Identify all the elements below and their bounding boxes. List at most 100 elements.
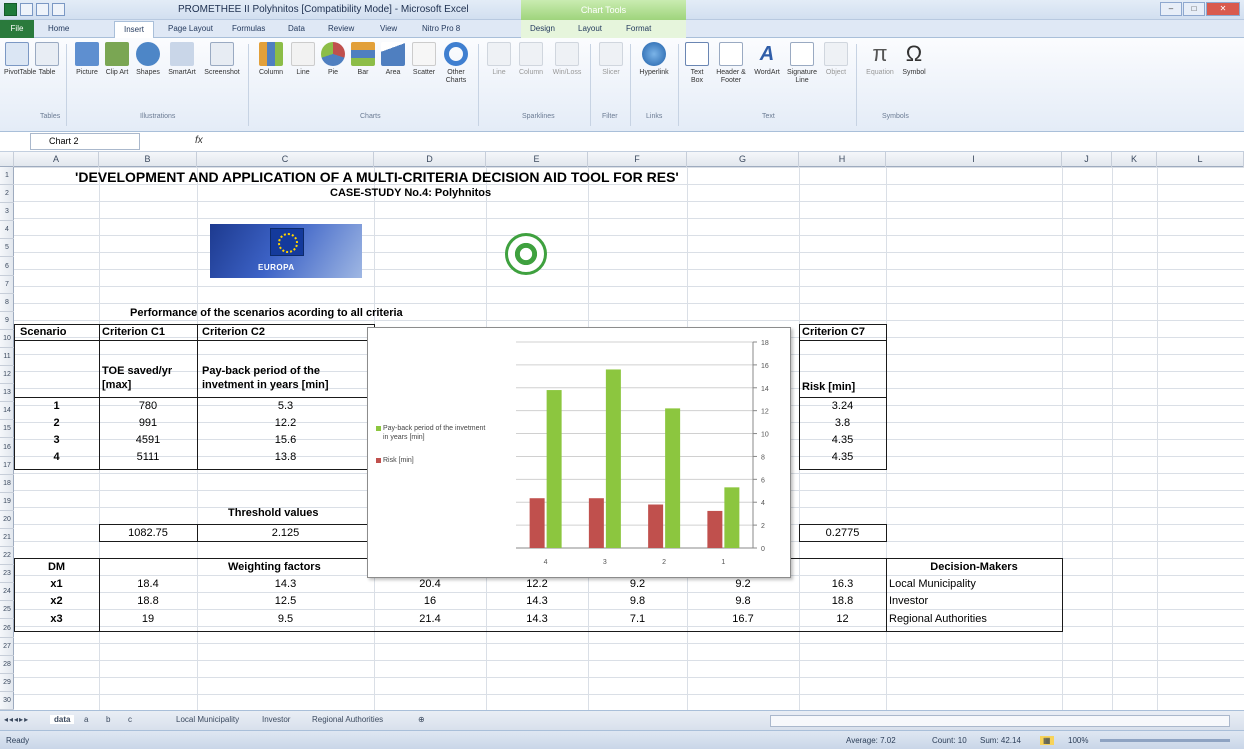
tab-formulas[interactable]: Formulas bbox=[232, 24, 265, 33]
row-header[interactable]: 11 bbox=[0, 348, 14, 366]
clip-art-button[interactable]: Clip Art bbox=[104, 42, 130, 77]
sparkline-winloss-button[interactable]: Win/Loss bbox=[550, 42, 584, 77]
row-header[interactable]: 19 bbox=[0, 493, 14, 511]
column-header[interactable]: D bbox=[374, 152, 486, 167]
sheet-tab-a[interactable]: a bbox=[84, 715, 88, 724]
save-icon[interactable] bbox=[20, 3, 33, 16]
zoom-slider[interactable] bbox=[1100, 739, 1230, 742]
shapes-button[interactable]: Shapes bbox=[134, 42, 162, 77]
tab-nitro[interactable]: Nitro Pro 8 bbox=[422, 24, 460, 33]
sheet-tab-regional-authorities[interactable]: Regional Authorities bbox=[312, 715, 383, 724]
sheet-tab-investor[interactable]: Investor bbox=[262, 715, 290, 724]
row-header[interactable]: 13 bbox=[0, 384, 14, 403]
sheet-nav-arrows-icon[interactable]: ◂◂◂▸▸ bbox=[4, 715, 29, 724]
sheet-tab-data[interactable]: data bbox=[50, 715, 75, 724]
area-chart-button[interactable]: Area bbox=[380, 42, 406, 77]
tab-home[interactable]: Home bbox=[48, 24, 69, 33]
tab-data[interactable]: Data bbox=[288, 24, 305, 33]
screenshot-button[interactable]: Screenshot bbox=[202, 42, 242, 77]
scatter-chart-button[interactable]: Scatter bbox=[410, 42, 438, 77]
other-charts-button[interactable]: Other Charts bbox=[440, 42, 472, 85]
row-header[interactable]: 29 bbox=[0, 674, 14, 692]
signature-line-button[interactable]: Signature Line bbox=[784, 42, 820, 85]
column-header[interactable]: G bbox=[687, 152, 799, 167]
row-header[interactable]: 9 bbox=[0, 312, 14, 330]
minimize-icon[interactable]: – bbox=[1160, 2, 1182, 16]
line-chart-button[interactable]: Line bbox=[290, 42, 316, 77]
row-header[interactable]: 1 bbox=[0, 167, 14, 185]
row-header[interactable]: 21 bbox=[0, 529, 14, 547]
name-box[interactable]: Chart 2 bbox=[30, 133, 140, 150]
column-header[interactable]: B bbox=[99, 152, 197, 167]
close-icon[interactable]: ✕ bbox=[1206, 2, 1240, 16]
sparkline-column-button[interactable]: Column bbox=[516, 42, 546, 77]
sheet-tab-c[interactable]: c bbox=[128, 715, 132, 724]
row-header[interactable]: 2 bbox=[0, 185, 14, 204]
column-header[interactable]: K bbox=[1112, 152, 1157, 167]
row-header[interactable]: 22 bbox=[0, 547, 14, 566]
row-header[interactable]: 16 bbox=[0, 439, 14, 457]
row-header[interactable]: 4 bbox=[0, 221, 14, 240]
view-buttons-icon[interactable]: ▦ bbox=[1040, 736, 1054, 745]
table-button[interactable]: Table bbox=[34, 42, 60, 77]
column-header[interactable]: L bbox=[1157, 152, 1244, 167]
column-header[interactable]: H bbox=[799, 152, 886, 167]
undo-icon[interactable] bbox=[36, 3, 49, 16]
tab-format[interactable]: Format bbox=[626, 24, 651, 33]
row-header[interactable]: 23 bbox=[0, 565, 14, 584]
bar-chart-button[interactable]: Bar bbox=[350, 42, 376, 77]
column-header[interactable]: E bbox=[486, 152, 588, 167]
column-header[interactable]: J bbox=[1062, 152, 1112, 167]
row-header[interactable]: 20 bbox=[0, 511, 14, 529]
column-chart-button[interactable]: Column bbox=[256, 42, 286, 77]
row-header[interactable]: 6 bbox=[0, 258, 14, 276]
tab-design[interactable]: Design bbox=[530, 24, 555, 33]
tab-layout[interactable]: Layout bbox=[578, 24, 602, 33]
horizontal-scrollbar[interactable] bbox=[770, 715, 1230, 727]
text-box-button[interactable]: Text Box bbox=[684, 42, 710, 85]
select-all[interactable] bbox=[0, 152, 14, 167]
column-header[interactable]: F bbox=[588, 152, 687, 167]
embedded-chart[interactable]: Pay-back period of the invetment in year… bbox=[367, 327, 791, 578]
sparkline-line-button[interactable]: Line bbox=[486, 42, 512, 77]
row-header[interactable]: 15 bbox=[0, 420, 14, 439]
redo-icon[interactable] bbox=[52, 3, 65, 16]
row-header[interactable]: 7 bbox=[0, 276, 14, 294]
row-header[interactable]: 3 bbox=[0, 203, 14, 222]
tab-review[interactable]: Review bbox=[328, 24, 354, 33]
status-zoom[interactable]: 100% bbox=[1068, 736, 1088, 745]
row-header[interactable]: 27 bbox=[0, 638, 14, 656]
wordart-button[interactable]: A WordArt bbox=[752, 42, 782, 77]
maximize-icon[interactable]: □ bbox=[1183, 2, 1205, 16]
tab-page-layout[interactable]: Page Layout bbox=[168, 24, 213, 33]
row-header[interactable]: 17 bbox=[0, 457, 14, 475]
row-header[interactable]: 12 bbox=[0, 366, 14, 385]
row-header[interactable]: 28 bbox=[0, 656, 14, 674]
tab-view[interactable]: View bbox=[380, 24, 397, 33]
row-header[interactable]: 14 bbox=[0, 402, 14, 421]
column-header[interactable]: C bbox=[197, 152, 374, 167]
row-header[interactable]: 24 bbox=[0, 583, 14, 602]
pie-chart-button[interactable]: Pie bbox=[320, 42, 346, 77]
symbol-button[interactable]: Ω Symbol bbox=[900, 42, 928, 77]
tab-insert[interactable]: Insert bbox=[114, 21, 154, 39]
row-header[interactable]: 18 bbox=[0, 475, 14, 493]
object-button[interactable]: Object bbox=[822, 42, 850, 77]
slicer-button[interactable]: Slicer bbox=[598, 42, 624, 77]
row-header[interactable]: 5 bbox=[0, 239, 14, 258]
row-header[interactable]: 10 bbox=[0, 330, 14, 348]
picture-button[interactable]: Picture bbox=[74, 42, 100, 77]
column-header[interactable]: A bbox=[14, 152, 99, 167]
hyperlink-button[interactable]: Hyperlink bbox=[636, 42, 672, 77]
new-sheet-icon[interactable]: ⊕ bbox=[418, 715, 425, 724]
smartart-button[interactable]: SmartArt bbox=[166, 42, 198, 77]
row-header[interactable]: 30 bbox=[0, 692, 14, 710]
header-footer-button[interactable]: Header & Footer bbox=[712, 42, 750, 85]
fx-icon[interactable]: fx bbox=[195, 135, 203, 146]
row-header[interactable]: 8 bbox=[0, 294, 14, 312]
sheet-tab-b[interactable]: b bbox=[106, 715, 110, 724]
equation-button[interactable]: π Equation bbox=[862, 42, 898, 77]
tab-file[interactable]: File bbox=[0, 20, 34, 38]
row-header[interactable]: 25 bbox=[0, 601, 14, 620]
row-header[interactable]: 26 bbox=[0, 620, 14, 638]
